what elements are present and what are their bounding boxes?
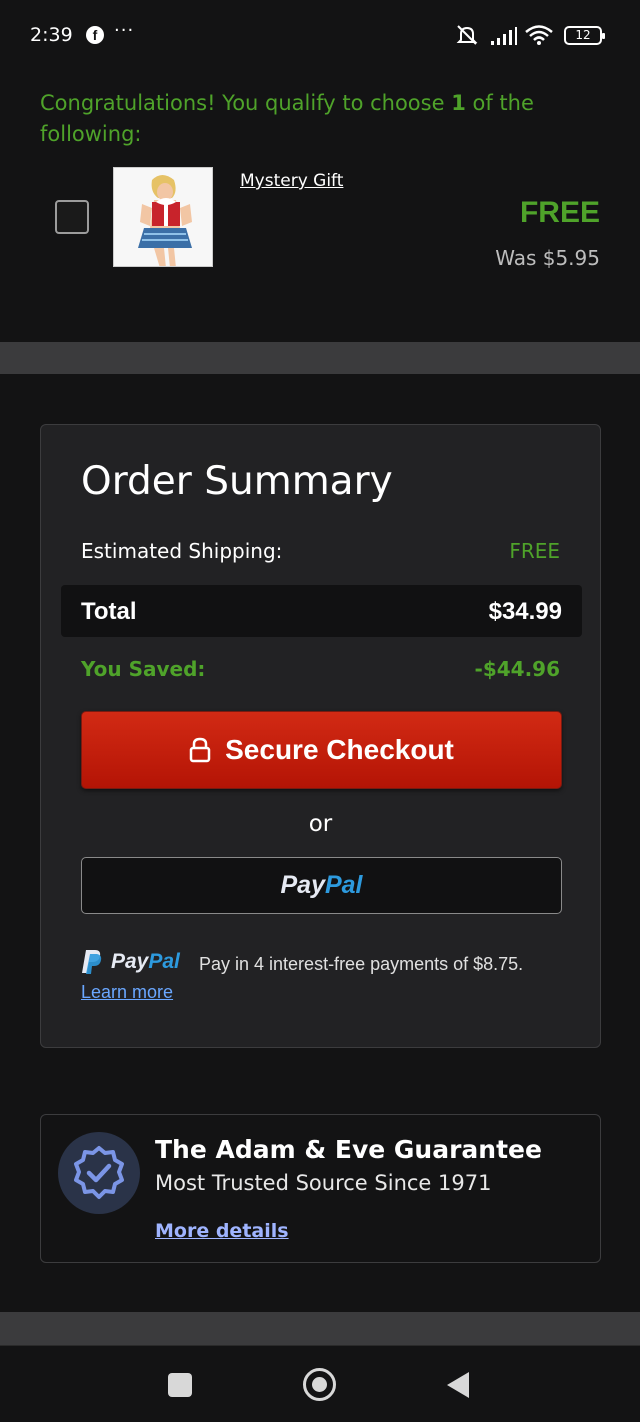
wifi-icon: [525, 25, 553, 45]
you-saved-label: You Saved:: [81, 657, 206, 681]
battery-icon: 12: [564, 26, 605, 45]
total-value: $34.99: [488, 598, 562, 625]
system-nav-bar: [0, 1345, 640, 1422]
mystery-gift-link[interactable]: Mystery Gift: [240, 171, 343, 191]
paypal-pay-in-4-text: Pay in 4 interest-free payments of $8.75…: [199, 954, 524, 974]
verified-badge-icon: [74, 1146, 124, 1199]
section-divider: [0, 342, 640, 374]
footer-divider: [0, 1312, 640, 1345]
gift-count: 1: [451, 91, 466, 115]
more-details-link[interactable]: More details: [155, 1220, 289, 1242]
secure-checkout-button[interactable]: Secure Checkout: [81, 711, 562, 789]
paypal-mini-logo: PayPal: [111, 950, 180, 973]
order-summary-title: Order Summary: [81, 459, 393, 504]
or-separator: or: [308, 811, 333, 837]
mute-icon: [456, 25, 478, 45]
paypal-learn-more-link[interactable]: Learn more: [81, 982, 173, 1003]
more-notifications-icon: ···: [114, 20, 135, 41]
facebook-notification-icon: f: [86, 26, 104, 44]
guarantee-subtitle: Most Trusted Source Since 1971: [155, 1171, 492, 1195]
signal-icon: [491, 27, 517, 45]
recent-apps-icon[interactable]: [168, 1373, 192, 1397]
back-icon[interactable]: [447, 1372, 469, 1398]
paypal-logo-pay: Pay: [280, 871, 325, 899]
total-label: Total: [81, 598, 137, 625]
status-bar: 2:39 f ··· 12: [0, 0, 640, 56]
gift-price-free: FREE: [519, 196, 600, 229]
you-saved-value: -$44.96: [474, 657, 560, 681]
paypal-p-icon: [82, 950, 102, 974]
guarantee-title: The Adam & Eve Guarantee: [155, 1135, 542, 1164]
gift-product-photo: [114, 168, 212, 266]
home-icon[interactable]: [303, 1368, 336, 1401]
paypal-button[interactable]: Pay Pal: [81, 857, 562, 914]
total-row: Total $34.99: [61, 585, 582, 637]
secure-checkout-label: Secure Checkout: [225, 734, 454, 765]
status-time: 2:39: [30, 24, 73, 46]
guarantee-card: The Adam & Eve Guarantee Most Trusted So…: [40, 1114, 601, 1263]
shipping-value: FREE: [509, 539, 560, 563]
guarantee-badge: [58, 1132, 140, 1214]
mystery-gift-image[interactable]: [113, 167, 213, 267]
gift-congrats-message: Congratulations! You qualify to choose 1…: [40, 91, 534, 146]
order-summary-card: Order Summary Estimated Shipping: FREE T…: [40, 424, 601, 1048]
paypal-logo-pal: Pal: [324, 871, 363, 899]
gift-was-price: Was $5.95: [495, 246, 600, 270]
gift-select-checkbox[interactable]: [55, 200, 89, 234]
shipping-label: Estimated Shipping:: [81, 539, 283, 563]
lock-icon: [189, 737, 211, 763]
